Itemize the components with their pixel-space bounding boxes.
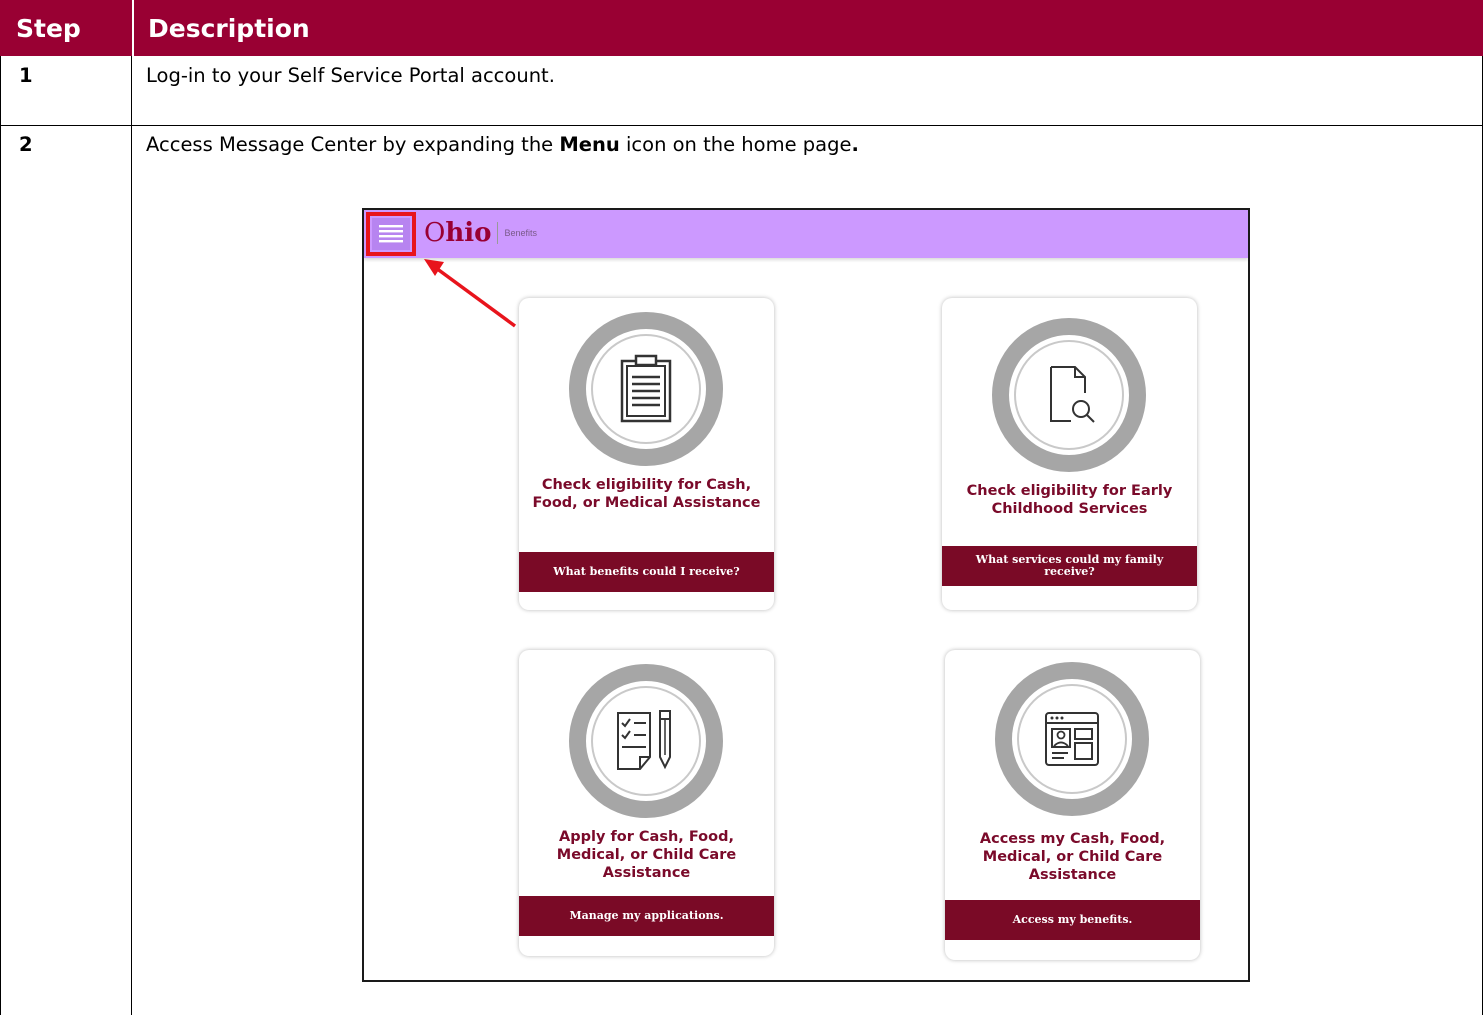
ohio-logo[interactable]: Ohio Benefits bbox=[424, 218, 537, 248]
card-4-ring bbox=[995, 662, 1149, 816]
card-3-ring bbox=[569, 664, 723, 818]
row-1-step: 1 bbox=[0, 56, 132, 126]
portal-topbar: Ohio Benefits bbox=[364, 210, 1248, 258]
row-2-text-bold: Menu bbox=[559, 133, 620, 156]
card-3-button[interactable]: Manage my applications. bbox=[519, 896, 774, 936]
card-1-button[interactable]: What benefits could I receive? bbox=[519, 552, 774, 592]
row-2-text-after: icon on the home page bbox=[619, 133, 852, 156]
logo-rest: hio bbox=[445, 218, 492, 248]
card-4-title: Access my Cash, Food, Medical, or Child … bbox=[979, 831, 1166, 883]
header-step: Step bbox=[0, 0, 132, 56]
clipboard-icon bbox=[620, 354, 672, 423]
card-2-title: Check eligibility for Early Childhood Se… bbox=[966, 483, 1173, 517]
row-2-step: 2 bbox=[0, 125, 132, 1015]
card-access-benefits[interactable]: Access my Cash, Food, Medical, or Child … bbox=[945, 650, 1200, 960]
checklist-pen-icon bbox=[617, 710, 671, 770]
card-apply-assistance[interactable]: Apply for Cash, Food, Medical, or Child … bbox=[519, 650, 774, 956]
card-1-ring bbox=[569, 312, 723, 466]
logo-letter: O bbox=[424, 218, 446, 248]
row-2-text-end: . bbox=[851, 133, 859, 156]
card-1-title: Check eligibility for Cash, Food, or Med… bbox=[532, 477, 761, 511]
menu-button-highlight[interactable] bbox=[366, 212, 416, 256]
document-search-icon bbox=[1050, 366, 1095, 423]
browser-profile-icon bbox=[1045, 712, 1099, 766]
row-1-description: Log-in to your Self Service Portal accou… bbox=[131, 56, 1483, 126]
card-2-button[interactable]: What services could my family receive? bbox=[942, 546, 1197, 586]
card-check-eligibility-cash[interactable]: Check eligibility for Cash, Food, or Med… bbox=[519, 298, 774, 610]
card-check-eligibility-early-childhood[interactable]: Check eligibility for Early Childhood Se… bbox=[942, 298, 1197, 610]
instruction-table: Step Description 1 Log-in to your Self S… bbox=[0, 0, 1483, 1015]
card-4-button[interactable]: Access my benefits. bbox=[945, 900, 1200, 940]
card-3-title: Apply for Cash, Food, Medical, or Child … bbox=[556, 829, 737, 881]
card-2-ring bbox=[992, 318, 1146, 472]
row-2-text-before: Access Message Center by expanding the bbox=[146, 133, 560, 156]
logo-divider bbox=[497, 222, 499, 244]
header-description: Description bbox=[132, 0, 1483, 56]
menu-icon bbox=[372, 218, 410, 250]
portal-screenshot: Ohio Benefits Check eligibility for Cash… bbox=[362, 208, 1250, 982]
logo-subtitle: Benefits bbox=[504, 228, 537, 238]
